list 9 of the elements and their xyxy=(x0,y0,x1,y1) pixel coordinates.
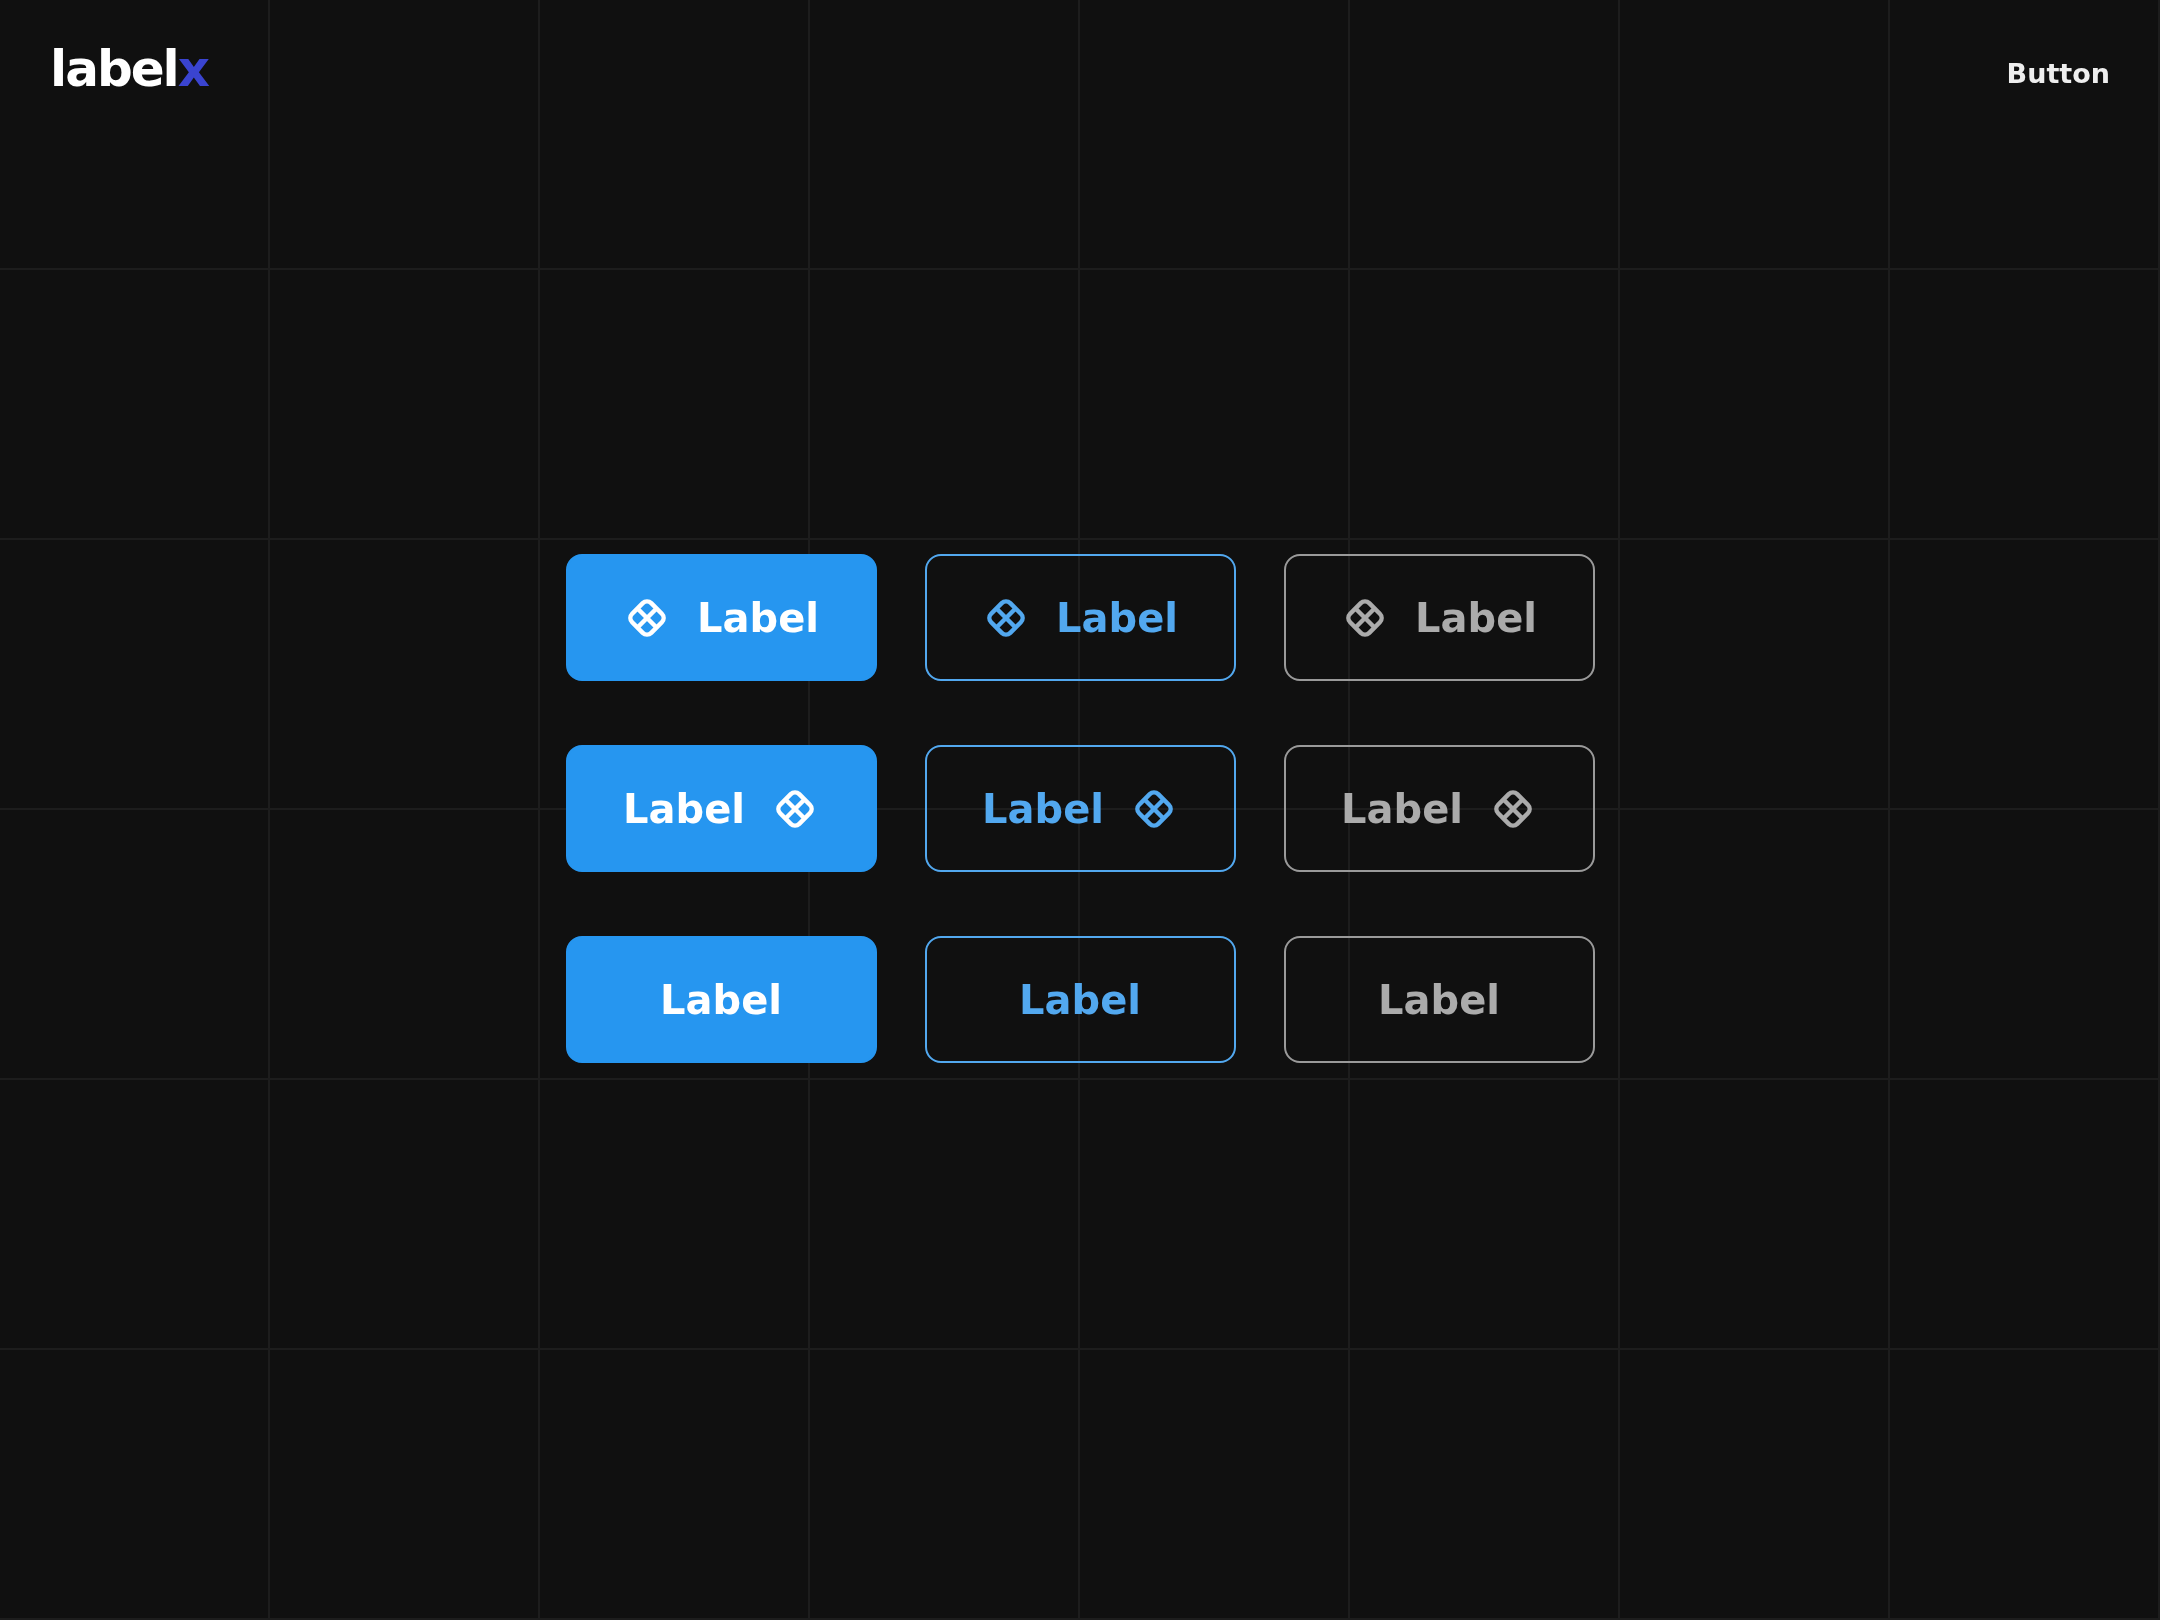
label-button[interactable]: Label xyxy=(1283,936,1595,1063)
label-button[interactable]: Label xyxy=(924,936,1236,1063)
label-button[interactable]: Label xyxy=(924,554,1236,681)
label-button[interactable]: Label xyxy=(1283,554,1595,681)
label-button[interactable]: Label xyxy=(1283,745,1595,872)
logo-accent: x xyxy=(177,44,210,94)
page-title: Button xyxy=(2006,57,2110,91)
label-button[interactable]: Label xyxy=(924,745,1236,872)
logo-text: label xyxy=(50,44,178,94)
